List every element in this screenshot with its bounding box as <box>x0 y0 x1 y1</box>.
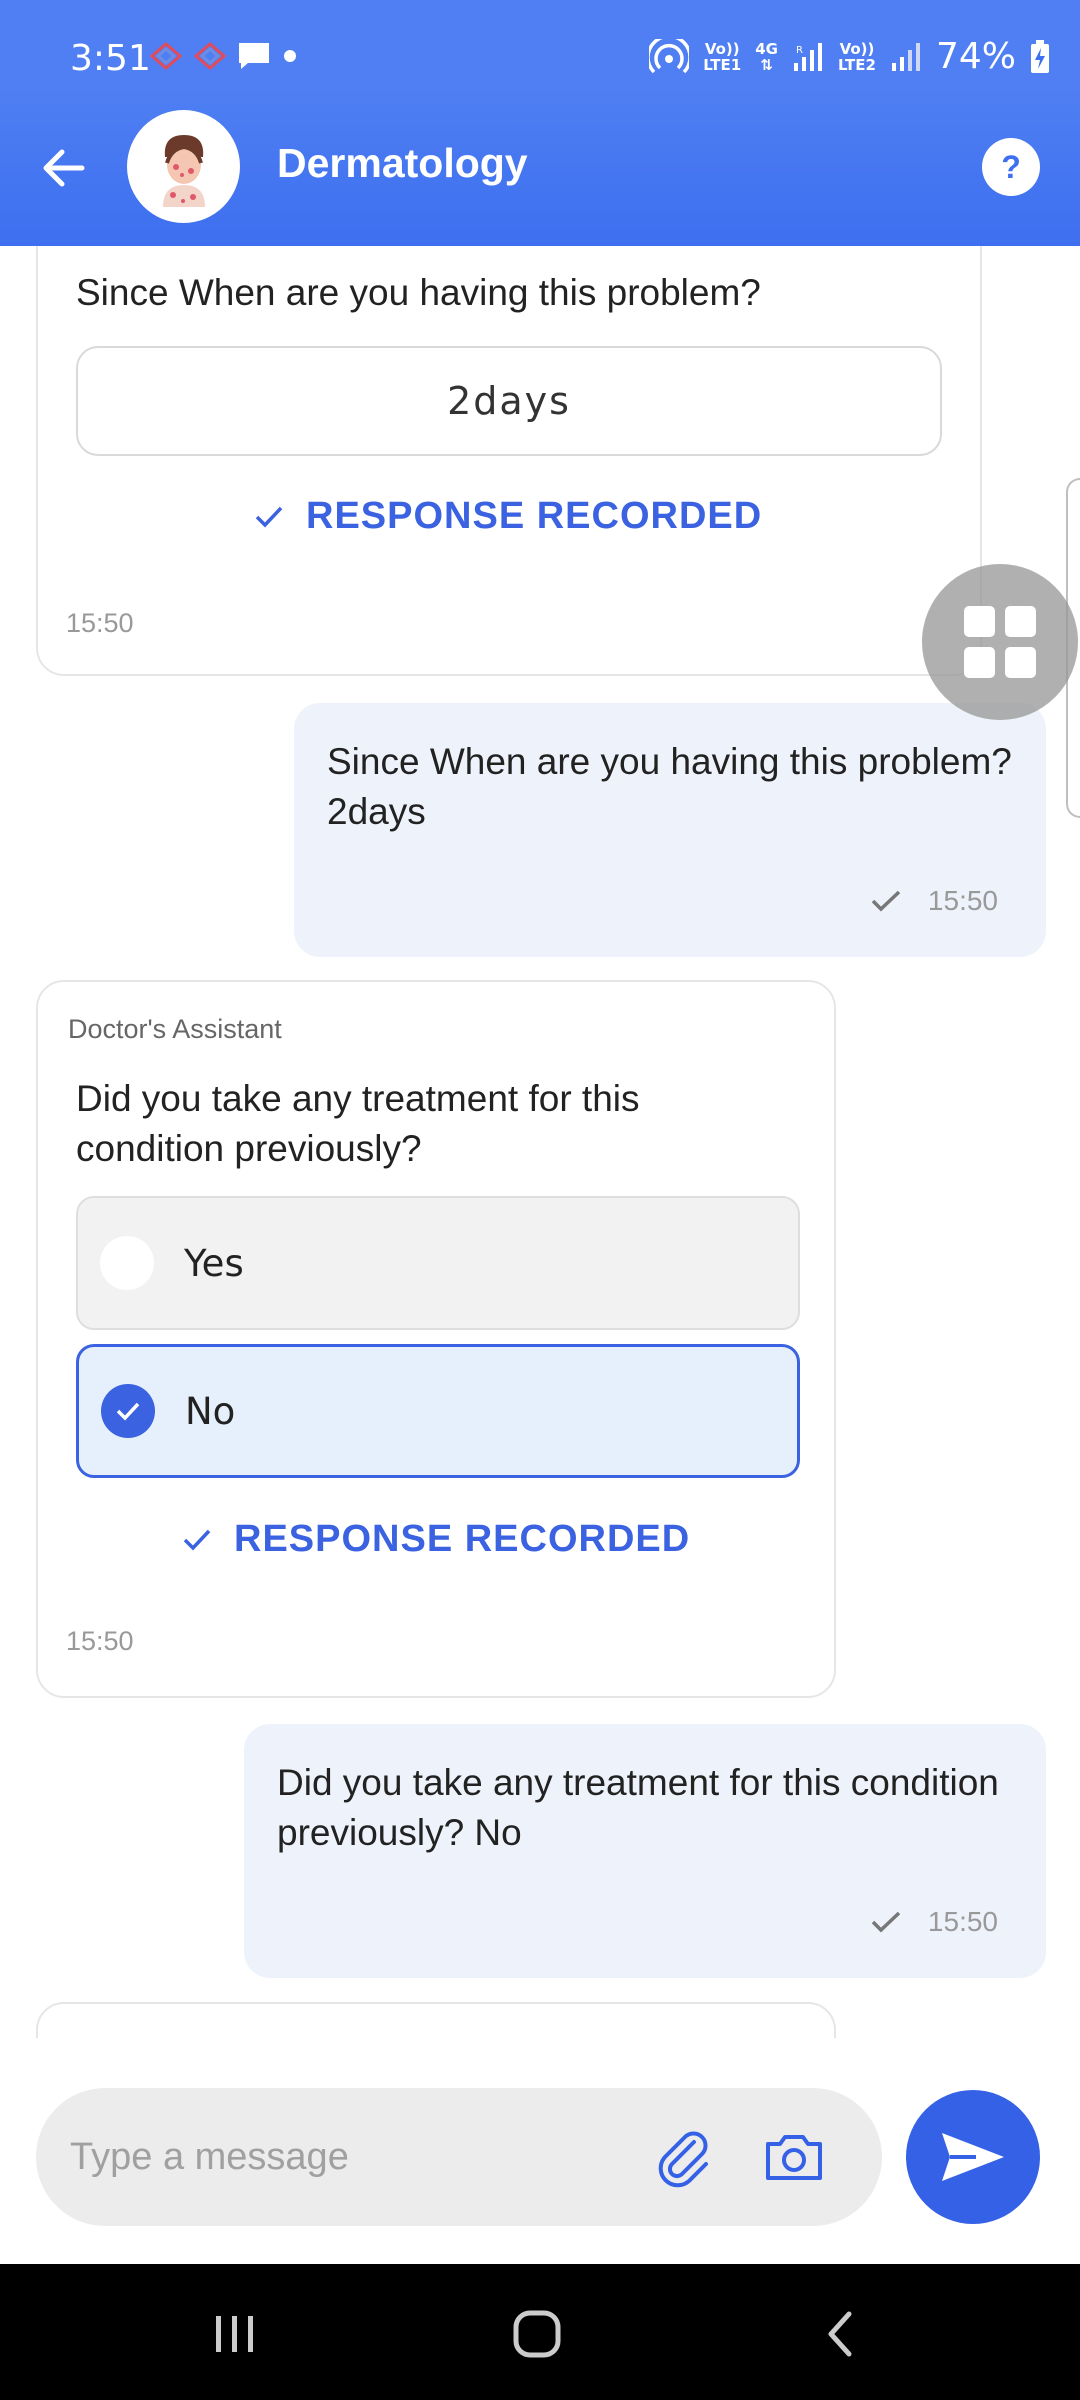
message-line: Did you take any treatment for this cond… <box>277 1762 999 1803</box>
sent-check-icon <box>871 1911 901 1933</box>
send-icon <box>942 2133 1004 2181</box>
status-icons-right: Vo)) LTE1 4G ⇅ R Vo)) LTE2 74% <box>649 36 1050 77</box>
grid-menu-button[interactable] <box>922 564 1078 720</box>
message-icon <box>239 43 269 69</box>
question-text: Did you take any treatment for this cond… <box>76 1074 640 1174</box>
question-text: Since When are you having this problem? <box>76 272 761 313</box>
nav-back-icon <box>828 2311 852 2357</box>
response-recorded-label: RESPONSE RECORDED <box>234 1518 691 1560</box>
help-button[interactable]: ? <box>982 138 1040 196</box>
camera-icon[interactable] <box>762 2126 826 2190</box>
user-message-bubble: Since When are you having this problem? … <box>294 703 1046 957</box>
response-recorded-label: RESPONSE RECORDED <box>306 495 763 537</box>
sim1-label-top: Vo)) <box>704 39 740 58</box>
check-icon <box>255 506 283 528</box>
check-icon <box>183 1529 211 1551</box>
nav-back-button[interactable] <box>804 2304 874 2364</box>
page-title: Dermatology <box>277 140 528 186</box>
message-time: 15:50 <box>927 1906 998 1937</box>
home-icon <box>513 2310 561 2358</box>
roaming-indicator: R <box>796 45 803 56</box>
recent-apps-button[interactable] <box>200 2304 270 2364</box>
sim1-label-bottom: LTE1 <box>703 55 742 74</box>
notification-app-icon <box>193 42 227 70</box>
dot-icon <box>284 50 296 62</box>
answer-field: 2days <box>76 346 942 456</box>
notification-app-icon <box>149 42 183 70</box>
sim1-label: Vo)) LTE1 <box>703 41 741 73</box>
signal-icon: R <box>793 42 822 71</box>
question-card: Since When are you having this problem? … <box>36 246 982 676</box>
network-label: 4G ⇅ <box>755 41 778 73</box>
data-arrows-icon: ⇅ <box>760 55 773 74</box>
question-line: condition previously? <box>76 1128 422 1169</box>
radio-unchecked-icon <box>100 1236 154 1290</box>
chat-area[interactable]: Since When are you having this problem? … <box>0 246 1080 2038</box>
response-recorded-status: RESPONSE RECORDED <box>254 495 762 538</box>
question-card: Doctor's Assistant Did you take any trea… <box>36 980 836 1698</box>
attach-icon[interactable] <box>654 2128 714 2188</box>
check-icon <box>116 1402 140 1421</box>
radio-checked-icon <box>101 1384 155 1438</box>
status-time: 3:51 <box>70 38 151 79</box>
help-icon: ? <box>1001 148 1021 185</box>
sim2-label: Vo)) LTE2 <box>838 41 876 73</box>
status-bar: 3:51 Vo)) LTE1 4G ⇅ R Vo)) LTE2 74% <box>0 0 1080 88</box>
signal-icon-2 <box>891 42 920 71</box>
doctor-avatar <box>127 110 240 223</box>
status-icons-left <box>148 40 300 72</box>
recent-apps-icon <box>216 2316 253 2352</box>
response-recorded-status: RESPONSE RECORDED <box>182 1518 690 1561</box>
sim2-label-bottom: LTE2 <box>837 55 876 74</box>
app-header: Dermatology ? <box>0 88 1080 246</box>
message-meta: 15:50 <box>870 1906 998 1938</box>
message-line: Since When are you having this problem? <box>327 741 1012 782</box>
option-yes[interactable]: Yes <box>76 1196 800 1330</box>
home-button[interactable] <box>502 2304 572 2364</box>
message-meta: 15:50 <box>870 885 998 917</box>
sent-check-icon <box>871 890 901 912</box>
user-message-text: Since When are you having this problem? … <box>327 737 1012 837</box>
message-input-container <box>36 2088 882 2226</box>
message-input[interactable] <box>70 2122 630 2192</box>
sender-label: Doctor's Assistant <box>68 1014 282 1044</box>
option-label: No <box>185 1389 236 1433</box>
message-time: 15:50 <box>927 885 998 916</box>
send-button[interactable] <box>906 2090 1040 2224</box>
user-message-bubble: Did you take any treatment for this cond… <box>244 1724 1046 1978</box>
doctor-avatar-icon <box>162 134 205 207</box>
message-input-bar <box>0 2038 1080 2264</box>
option-label: Yes <box>184 1241 244 1285</box>
message-time: 15:50 <box>66 608 134 638</box>
message-line: previously? No <box>277 1812 522 1853</box>
option-no[interactable]: No <box>76 1344 800 1478</box>
battery-charging-icon <box>1031 39 1049 73</box>
battery-percent: 74% <box>935 36 1016 77</box>
user-message-text: Did you take any treatment for this cond… <box>277 1758 999 1858</box>
question-line: Did you take any treatment for this <box>76 1078 640 1119</box>
message-time: 15:50 <box>66 1626 134 1656</box>
question-card <box>36 2002 836 2038</box>
grid-icon <box>964 606 1036 678</box>
hotspot-icon <box>649 38 690 73</box>
back-arrow-icon[interactable] <box>36 140 92 196</box>
system-nav-bar <box>0 2264 1080 2400</box>
message-line: 2days <box>327 791 426 832</box>
network-label-top: 4G <box>755 39 778 58</box>
sim2-label-top: Vo)) <box>839 39 875 58</box>
